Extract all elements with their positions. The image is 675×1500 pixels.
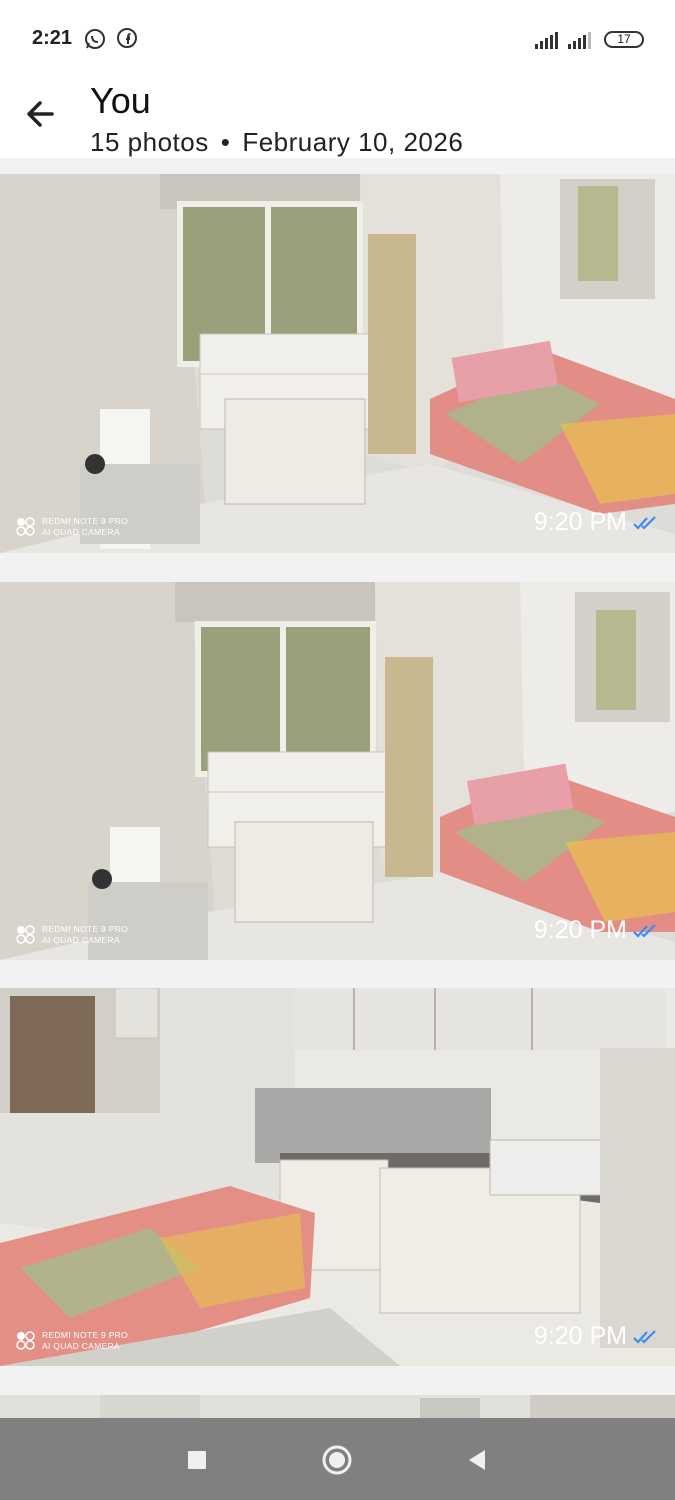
bedroom-photo <box>0 582 675 960</box>
status-bar: 2:21 17 <box>0 0 675 80</box>
message-time: 9:20 PM <box>534 508 659 537</box>
timestamp: 9:20 PM <box>533 508 627 536</box>
battery-indicator: 17 <box>604 31 644 48</box>
camera-label: AI QUAD CAMERA <box>42 527 120 537</box>
photo-count: 15 photos <box>90 127 209 157</box>
camera-model: REDMI NOTE 9 PRO <box>42 924 129 934</box>
photo-date: February 10, 2026 <box>242 127 464 157</box>
circle-icon[interactable] <box>317 1440 357 1480</box>
photo-message[interactable] <box>0 1395 675 1418</box>
photo-message[interactable]: REDMI NOTE 9 PRO AI QUAD CAMERA 9:20 PM <box>0 582 675 960</box>
kitchen-photo <box>0 988 675 1366</box>
double-check-icon <box>633 923 656 938</box>
photo-message[interactable]: REDMI NOTE 9 PRO AI QUAD CAMERA 9:20 PM <box>0 174 675 553</box>
room-photo-partial <box>0 1395 675 1418</box>
status-time: 2:21 <box>32 27 73 49</box>
double-check-icon <box>633 515 656 530</box>
timestamp: 9:20 PM <box>533 1322 627 1350</box>
facebook-icon <box>117 28 137 53</box>
triangle-back-icon[interactable] <box>457 1440 497 1480</box>
camera-logo-icon <box>16 925 35 944</box>
app-header: You 15 photos • February 10, 2026 <box>0 80 675 158</box>
photo-message[interactable]: REDMI NOTE 9 PRO AI QUAD CAMERA 9:20 PM <box>0 988 675 1366</box>
signal-icon-2 <box>568 30 594 55</box>
camera-label: AI QUAD CAMERA <box>42 935 120 945</box>
double-check-icon <box>633 1329 656 1344</box>
whatsapp-icon <box>84 28 106 55</box>
message-time: 9:20 PM <box>534 916 659 945</box>
page-title: You <box>90 80 151 121</box>
signal-icon <box>535 30 561 55</box>
separator-dot: • <box>220 127 231 157</box>
camera-model: REDMI NOTE 9 PRO <box>42 1330 129 1340</box>
system-nav-bar <box>0 1418 675 1500</box>
camera-watermark: REDMI NOTE 9 PRO AI QUAD CAMERA <box>16 1330 128 1352</box>
photo-info: 15 photos • February 10, 2026 <box>90 127 463 158</box>
square-icon[interactable] <box>177 1440 217 1480</box>
camera-watermark: REDMI NOTE 9 PRO AI QUAD CAMERA <box>16 516 128 538</box>
camera-model: REDMI NOTE 9 PRO <box>42 516 129 526</box>
camera-watermark: REDMI NOTE 9 PRO AI QUAD CAMERA <box>16 924 128 946</box>
camera-label: AI QUAD CAMERA <box>42 1341 120 1351</box>
message-time: 9:20 PM <box>534 1322 659 1351</box>
timestamp: 9:20 PM <box>533 916 627 944</box>
arrow-left-icon[interactable] <box>22 94 62 134</box>
camera-logo-icon <box>16 1331 35 1350</box>
bedroom-photo <box>0 174 675 553</box>
camera-logo-icon <box>16 517 35 536</box>
